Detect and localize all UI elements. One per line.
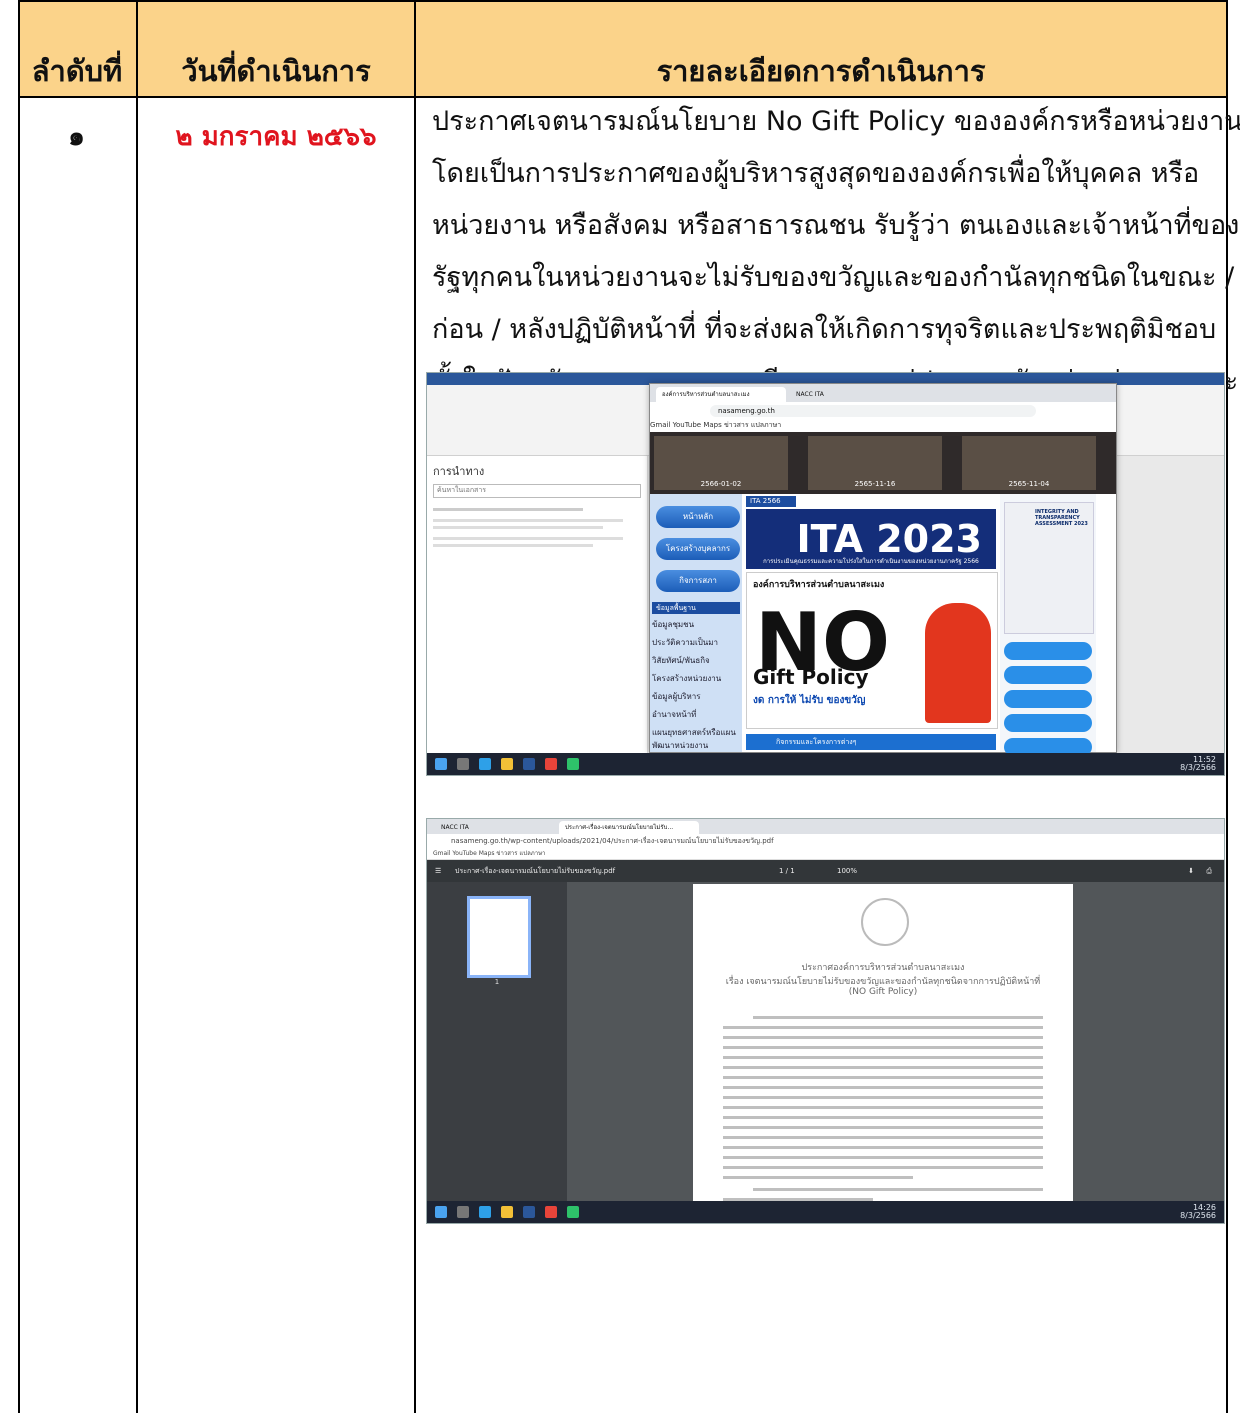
menu-link[interactable]: โครงสร้างหน่วยงาน <box>652 672 740 685</box>
search-icon[interactable] <box>457 758 469 770</box>
ita-subtitle: การประเมินคุณธรรมและความโปร่งใสในการดำเน… <box>763 558 979 565</box>
row-details: ประกาศเจตนารมณ์นโยบาย No Gift Policy ของ… <box>432 96 1240 408</box>
details-line: ก่อน / หลังปฏิบัติหน้าที่ ที่จะส่งผลให้เ… <box>432 314 1217 345</box>
menu-link[interactable]: อำนาจหน้าที่ <box>652 708 740 721</box>
right-menu-button[interactable] <box>1004 642 1092 660</box>
nav-title: การนำทาง <box>433 465 485 478</box>
start-icon[interactable] <box>435 758 447 770</box>
table-border-col1 <box>136 0 138 1413</box>
activities-bar[interactable]: กิจกรรมและโครงการต่างๆ <box>746 734 996 750</box>
word-icon[interactable] <box>523 758 535 770</box>
details-line: หน่วยงาน หรือสังคม หรือสาธารณชน รับรู้ว่… <box>432 210 1240 241</box>
chrome-icon[interactable] <box>545 758 557 770</box>
menu-button-home[interactable]: หน้าหลัก <box>656 506 740 528</box>
edge-icon[interactable] <box>479 758 491 770</box>
menu-icon[interactable]: ☰ <box>435 860 441 882</box>
doc-subject: เรื่อง เจตนารมณ์นโยบายไม่รับของขวัญและขอ… <box>725 977 1041 987</box>
right-menu-button[interactable] <box>1004 690 1092 708</box>
line-icon[interactable] <box>567 758 579 770</box>
row-number: ๑ <box>68 122 85 152</box>
news-card[interactable]: 2565-11-04 <box>962 436 1096 490</box>
browser-tabs: องค์การบริหารส่วนตำบลนาสะเมง NACC ITA <box>650 384 1116 402</box>
tab-site[interactable]: องค์การบริหารส่วนตำบลนาสะเมง <box>656 387 786 402</box>
print-icon[interactable]: ⎙ <box>1206 860 1212 882</box>
garuda-emblem-icon <box>861 898 909 946</box>
details-line: รัฐทุกคนในหน่วยงานจะไม่รับของขวัญและของก… <box>432 262 1235 293</box>
menu-link[interactable]: ข้อมูลผู้บริหาร <box>652 690 740 703</box>
ita-banner[interactable]: ITA 2023 การประเมินคุณธรรมและความโปร่งใส… <box>746 509 996 569</box>
screenshot-pdf: NACC ITA ประกาศ-เรื่อง-เจตนารมณ์นโยบายไม… <box>426 818 1225 1224</box>
org-name: องค์การบริหารส่วนตำบลนาสะเมง <box>753 580 885 590</box>
pdf-page: ประกาศองค์การบริหารส่วนตำบลนาสะเมง เรื่อ… <box>693 884 1073 1201</box>
line-icon[interactable] <box>567 1206 579 1218</box>
address-text: nasameng.go.th <box>710 405 1036 417</box>
details-line: ประกาศเจตนารมณ์นโยบาย No Gift Policy ของ… <box>432 106 1240 137</box>
word-navigation-pane: การนำทาง ค้นหาในเอกสาร <box>427 456 648 753</box>
windows-taskbar: 11:52 8/3/2566 <box>427 753 1224 775</box>
details-line: โดยเป็นการประกาศของผู้บริหารสูงสุดขององค… <box>432 158 1200 189</box>
ita-poster[interactable]: INTEGRITY AND TRANSPARENCY ASSESSMENT 20… <box>1004 502 1094 634</box>
official-photo <box>925 603 991 723</box>
folder-icon[interactable] <box>501 758 513 770</box>
zoom-level[interactable]: 100% <box>837 860 857 882</box>
ita-label: ITA 2566 <box>746 496 796 507</box>
header-number: ลำดับที่ <box>31 54 123 88</box>
start-icon[interactable] <box>435 1206 447 1218</box>
menu-link[interactable]: แผนยุทธศาสตร์หรือแผนพัฒนาหน่วยงาน <box>652 726 740 752</box>
pdf-thumbnails: 1 <box>427 882 567 1201</box>
news-strip: 2566-01-02 2565-11-16 2565-11-04 <box>650 432 1116 494</box>
menu-button-structure[interactable]: โครงสร้างบุคลากร <box>656 538 740 560</box>
doc-subject-2: (NO Gift Policy) <box>848 987 918 997</box>
search-icon[interactable] <box>457 1206 469 1218</box>
screenshot-website: การนำทาง ค้นหาในเอกสาร องค์การบริหารส่วน… <box>426 372 1225 776</box>
news-card[interactable]: 2565-11-16 <box>808 436 942 490</box>
menu-link[interactable]: ข้อมูลชุมชน <box>652 618 740 631</box>
tab-nacc[interactable]: NACC ITA <box>790 387 900 402</box>
site-sidebar: หน้าหลัก โครงสร้างบุคลากร กิจการสภา ข้อม… <box>650 494 742 752</box>
nav-search-input[interactable]: ค้นหาในเอกสาร <box>433 484 641 498</box>
table-border-top <box>18 0 1228 2</box>
table-border-col2 <box>414 0 416 1413</box>
row-date: ๒ มกราคม ๒๕๖๖ <box>175 122 377 152</box>
header-date: วันที่ดำเนินการ <box>181 54 371 88</box>
no-gift-policy-banner[interactable]: องค์การบริหารส่วนตำบลนาสะเมง NO Gift Pol… <box>746 572 998 729</box>
news-card[interactable]: 2566-01-02 <box>654 436 788 490</box>
browser-address-bar[interactable]: nasameng.go.th/wp-content/uploads/2021/0… <box>427 834 1224 848</box>
right-menu-button[interactable] <box>1004 714 1092 732</box>
browser-tabs: NACC ITA ประกาศ-เรื่อง-เจตนารมณ์นโยบายไม… <box>427 819 1224 834</box>
folder-icon[interactable] <box>501 1206 513 1218</box>
header-details: รายละเอียดการดำเนินการ <box>656 54 986 88</box>
operations-table: ลำดับที่ วันที่ดำเนินการ รายละเอียดการดำ… <box>18 0 1240 1413</box>
doc-header: ประกาศองค์การบริหารส่วนตำบลนาสะเมง <box>801 963 965 973</box>
bookmarks-bar: Gmail YouTube Maps ข่าวสาร แปลภาษา <box>427 848 1224 860</box>
tab-pdf[interactable]: ประกาศ-เรื่อง-เจตนารมณ์นโยบายไม่รับ... <box>559 821 699 834</box>
chrome-icon[interactable] <box>545 1206 557 1218</box>
taskbar-clock: 11:52 8/3/2566 <box>1180 755 1216 772</box>
menu-button-council[interactable]: กิจการสภา <box>656 570 740 592</box>
taskbar-clock: 14:26 8/3/2566 <box>1180 1203 1216 1220</box>
pdf-viewer: ประกาศองค์การบริหารส่วนตำบลนาสะเมง เรื่อ… <box>567 882 1224 1201</box>
browser-window: องค์การบริหารส่วนตำบลนาสะเมง NACC ITA na… <box>649 383 1117 756</box>
thumbnail-label: 1 <box>494 978 500 986</box>
windows-taskbar: 14:26 8/3/2566 <box>427 1201 1224 1223</box>
gift-subtext: งด การให้ ไม่รับ ของขวัญ <box>753 695 866 706</box>
table-border-left <box>18 0 20 1413</box>
right-menu-button[interactable] <box>1004 666 1092 684</box>
site-right-column: INTEGRITY AND TRANSPARENCY ASSESSMENT 20… <box>1000 494 1096 756</box>
edge-icon[interactable] <box>479 1206 491 1218</box>
page-thumbnail[interactable] <box>467 896 531 978</box>
tab-nacc[interactable]: NACC ITA <box>435 821 555 834</box>
browser-address-bar[interactable]: nasameng.go.th <box>650 402 1116 421</box>
pdf-toolbar: ☰ ประกาศ-เรื่อง-เจตนารมณ์นโยบายไม่รับของ… <box>427 860 1224 882</box>
page-indicator[interactable]: 1 / 1 <box>779 860 795 882</box>
bookmarks-bar: Gmail YouTube Maps ข่าวสาร แปลภาษา <box>650 420 1116 432</box>
pdf-filename: ประกาศ-เรื่อง-เจตนารมณ์นโยบายไม่รับของขว… <box>455 867 616 875</box>
gift-policy-text: Gift Policy <box>753 665 869 689</box>
menu-heading: ข้อมูลพื้นฐาน <box>652 602 740 614</box>
menu-link[interactable]: วิสัยทัศน์/พันธกิจ <box>652 654 740 667</box>
ita-title: ITA 2023 <box>796 517 982 561</box>
download-icon[interactable]: ⬇ <box>1188 860 1194 882</box>
word-icon[interactable] <box>523 1206 535 1218</box>
menu-link[interactable]: ประวัติความเป็นมา <box>652 636 740 649</box>
